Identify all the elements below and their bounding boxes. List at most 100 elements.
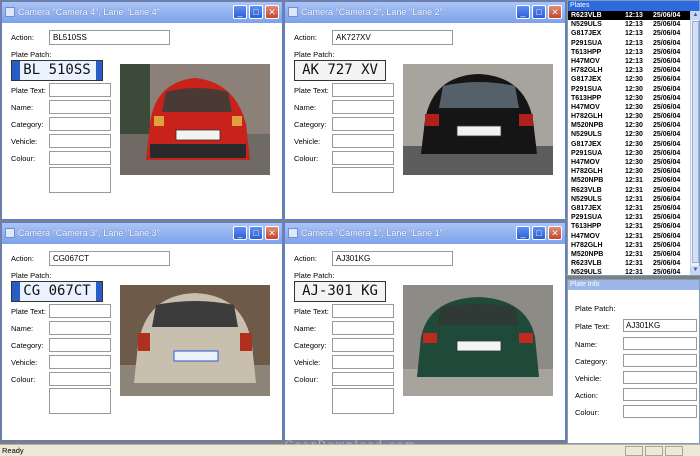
plate-row[interactable]: N529ULS 12:31 25/06/04	[568, 268, 690, 275]
name-label: Name:	[294, 324, 317, 333]
plate-row[interactable]: H47MOV 12:30 25/06/04	[568, 158, 690, 167]
plate-row[interactable]: N529ULS 12:31 25/06/04	[568, 195, 690, 204]
minimize-button[interactable]: _	[516, 5, 530, 19]
category-field[interactable]	[332, 117, 394, 131]
name-label: Name:	[11, 103, 34, 112]
close-button[interactable]: ✕	[548, 226, 562, 240]
close-button[interactable]: ✕	[265, 5, 279, 19]
plate-text-field[interactable]	[332, 83, 394, 97]
maximize-button[interactable]: □	[249, 5, 263, 19]
plate-date: 25/06/04	[653, 39, 681, 47]
plate-row[interactable]: R623VLB 12:13 25/06/04	[568, 11, 690, 21]
plate-text-field[interactable]	[332, 304, 394, 318]
window-titlebar[interactable]: Camera "Camera 4", Lane "Lane 4" _ □ ✕	[2, 2, 282, 23]
info-colour-field[interactable]	[623, 405, 697, 418]
scroll-thumb[interactable]	[692, 21, 699, 263]
plate-row[interactable]: R623VLB 12:31 25/06/04	[568, 186, 690, 195]
plates-list[interactable]: R623VLB 12:13 25/06/04 N529ULS 12:13 25/06/04…	[568, 11, 690, 275]
maximize-button[interactable]: □	[249, 226, 263, 240]
minimize-button[interactable]: _	[516, 226, 530, 240]
plate-row[interactable]: N529ULS 12:30 25/06/04	[568, 130, 690, 139]
plates-scrollbar[interactable]: ▲ ▼	[690, 11, 700, 275]
window-titlebar[interactable]: Camera "Camera 1", Lane "Lane 1" _ □ ✕	[285, 223, 565, 244]
scroll-down-arrow-icon[interactable]: ▼	[691, 266, 700, 275]
camera-window-1[interactable]: Camera "Camera 1", Lane "Lane 1" _ □ ✕ A…	[284, 222, 566, 441]
vehicle-field[interactable]	[49, 355, 111, 369]
plate-row[interactable]: T613HPP 12:13 25/06/04	[568, 48, 690, 57]
plate-row[interactable]: M520NPB 12:30 25/06/04	[568, 121, 690, 130]
camera-window-4[interactable]: Camera "Camera 4", Lane "Lane 4" _ □ ✕ A…	[1, 1, 283, 220]
colour-label: Colour:	[11, 154, 36, 163]
camera-window-2[interactable]: Camera "Camera 2", Lane "Lane 2" _ □ ✕ A…	[284, 1, 566, 220]
name-field[interactable]	[332, 100, 394, 114]
colour-field[interactable]	[332, 372, 394, 386]
plate-number: G817JEX	[571, 30, 602, 38]
action-field[interactable]: CG067CT	[49, 251, 170, 266]
status-text: Ready	[2, 446, 24, 455]
action-field[interactable]: AK727XV	[332, 30, 453, 45]
plate-row[interactable]: P291SUA 12:13 25/06/04	[568, 39, 690, 48]
plate-row[interactable]: H782GLH 12:30 25/06/04	[568, 167, 690, 176]
action-label: Action:	[11, 254, 34, 263]
window-titlebar[interactable]: Camera "Camera 2", Lane "Lane 2" _ □ ✕	[285, 2, 565, 23]
plate-row[interactable]: M520NPB 12:31 25/06/04	[568, 176, 690, 185]
plate-number: N529ULS	[571, 195, 602, 203]
plate-row[interactable]: P291SUA 12:30 25/06/04	[568, 85, 690, 94]
plate-row[interactable]: G817JEX 12:30 25/06/04	[568, 75, 690, 84]
plate-row[interactable]: T613HPP 12:30 25/06/04	[568, 94, 690, 103]
minimize-button[interactable]: _	[233, 226, 247, 240]
info-action-field[interactable]	[623, 388, 697, 401]
plate-text-field[interactable]	[49, 304, 111, 318]
colour-label: Colour:	[294, 154, 319, 163]
colour-field[interactable]	[49, 151, 111, 165]
plate-row[interactable]: H47MOV 12:31 25/06/04	[568, 232, 690, 241]
plate-row[interactable]: R623VLB 12:31 25/06/04	[568, 259, 690, 268]
close-button[interactable]: ✕	[548, 5, 562, 19]
plate-row[interactable]: H782GLH 12:31 25/06/04	[568, 241, 690, 250]
name-field[interactable]	[49, 100, 111, 114]
action-field[interactable]: AJ301KG	[332, 251, 453, 266]
name-field[interactable]	[332, 321, 394, 335]
plate-time: 12:13	[625, 57, 643, 65]
close-button[interactable]: ✕	[265, 226, 279, 240]
colour-field[interactable]	[332, 151, 394, 165]
plate-date: 25/06/04	[653, 204, 681, 212]
plate-row[interactable]: H47MOV 12:13 25/06/04	[568, 57, 690, 66]
vehicle-field[interactable]	[332, 134, 394, 148]
vehicle-field[interactable]	[49, 134, 111, 148]
colour-field[interactable]	[49, 372, 111, 386]
action-field[interactable]: BL510SS	[49, 30, 170, 45]
category-field[interactable]	[49, 338, 111, 352]
plate-number: N529ULS	[571, 21, 602, 29]
plate-row[interactable]: N529ULS 12:13 25/06/04	[568, 20, 690, 29]
maximize-button[interactable]: □	[532, 5, 546, 19]
info-vehicle-field[interactable]	[623, 371, 697, 384]
vehicle-field[interactable]	[332, 355, 394, 369]
scroll-up-arrow-icon[interactable]: ▲	[691, 11, 700, 20]
plate-row[interactable]: P291SUA 12:30 25/06/04	[568, 149, 690, 158]
plate-row[interactable]: H47MOV 12:30 25/06/04	[568, 103, 690, 112]
plate-time: 12:13	[625, 39, 643, 47]
name-field[interactable]	[49, 321, 111, 335]
plate-row[interactable]: T613HPP 12:31 25/06/04	[568, 222, 690, 231]
plate-row[interactable]: P291SUA 12:31 25/06/04	[568, 213, 690, 222]
plate-row[interactable]: H782GLH 12:30 25/06/04	[568, 112, 690, 121]
window-titlebar[interactable]: Camera "Camera 3", Lane "Lane 3" _ □ ✕	[2, 223, 282, 244]
plate-row[interactable]: M520NPB 12:31 25/06/04	[568, 250, 690, 259]
info-name-field[interactable]	[623, 337, 697, 350]
plate-row[interactable]: G817JEX 12:30 25/06/04	[568, 140, 690, 149]
camera-window-3[interactable]: Camera "Camera 3", Lane "Lane 3" _ □ ✕ A…	[1, 222, 283, 441]
info-plate-text-field[interactable]: AJ301KG	[623, 319, 697, 332]
plate-date: 25/06/04	[653, 76, 681, 84]
plate-text-field[interactable]	[49, 83, 111, 97]
plate-row[interactable]: G817JEX 12:31 25/06/04	[568, 204, 690, 213]
plate-date: 25/06/04	[653, 85, 681, 93]
plate-row[interactable]: G817JEX 12:13 25/06/04	[568, 29, 690, 38]
maximize-button[interactable]: □	[532, 226, 546, 240]
info-category-field[interactable]	[623, 354, 697, 367]
plate-time: 12:31	[625, 195, 643, 203]
category-field[interactable]	[332, 338, 394, 352]
minimize-button[interactable]: _	[233, 5, 247, 19]
plate-row[interactable]: H782GLH 12:13 25/06/04	[568, 66, 690, 75]
category-field[interactable]	[49, 117, 111, 131]
